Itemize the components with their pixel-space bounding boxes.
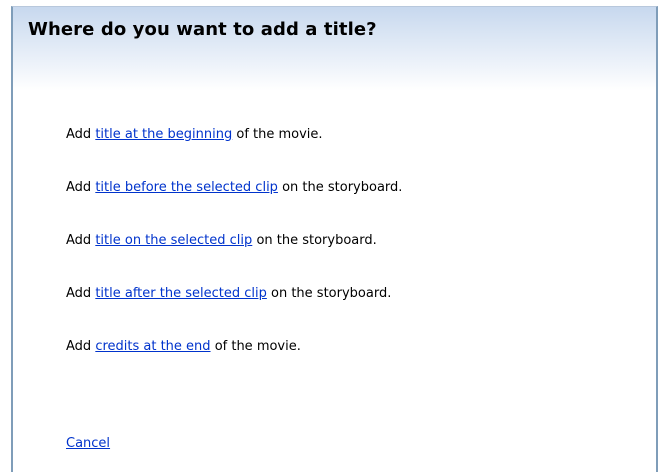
option-suffix: of the movie. (236, 127, 323, 142)
option-title-after-selected-clip: Add title after the selected clip on the… (66, 284, 402, 303)
option-title-at-beginning: Add title at the beginning of the movie. (66, 125, 402, 144)
option-prefix: Add (66, 286, 92, 301)
option-suffix: on the storyboard. (282, 180, 403, 195)
title-options-list: Add title at the beginning of the movie.… (66, 125, 402, 390)
credits-at-end-link[interactable]: credits at the end (95, 339, 210, 354)
dialog-header: Where do you want to add a title? (13, 7, 656, 91)
add-title-dialog: Where do you want to add a title? Add ti… (11, 6, 658, 472)
cancel-link[interactable]: Cancel (66, 434, 110, 453)
page-title: Where do you want to add a title? (28, 19, 377, 40)
option-prefix: Add (66, 339, 92, 354)
option-title-before-selected-clip: Add title before the selected clip on th… (66, 178, 402, 197)
title-after-selected-clip-link[interactable]: title after the selected clip (95, 286, 267, 301)
option-prefix: Add (66, 127, 92, 142)
title-on-selected-clip-link[interactable]: title on the selected clip (95, 233, 252, 248)
option-title-on-selected-clip: Add title on the selected clip on the st… (66, 231, 402, 250)
option-prefix: Add (66, 233, 92, 248)
option-prefix: Add (66, 180, 92, 195)
option-suffix: on the storyboard. (256, 233, 377, 248)
title-before-selected-clip-link[interactable]: title before the selected clip (95, 180, 278, 195)
option-suffix: on the storyboard. (271, 286, 392, 301)
title-at-beginning-link[interactable]: title at the beginning (95, 127, 232, 142)
option-suffix: of the movie. (214, 339, 301, 354)
option-credits-at-end: Add credits at the end of the movie. (66, 337, 402, 356)
